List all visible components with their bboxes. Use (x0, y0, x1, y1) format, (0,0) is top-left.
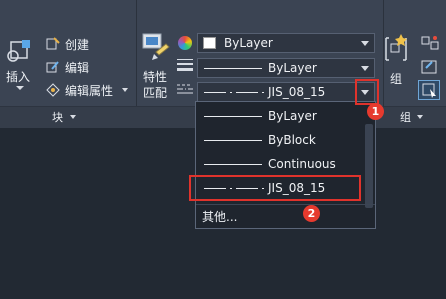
linetype-option-continuous[interactable]: Continuous (196, 152, 364, 176)
chevron-down-icon (16, 86, 24, 90)
other-linetypes-item[interactable]: 其他... (202, 208, 237, 225)
edit-attributes-button[interactable]: 编辑属性 (45, 82, 131, 98)
create-block-icon (46, 37, 60, 50)
annotation-badge-2: 2 (303, 205, 320, 222)
group-icon (385, 34, 407, 61)
group-panel-label: 组 (400, 111, 411, 124)
match-properties-label-1: 特性 (143, 70, 168, 84)
chevron-down-icon (361, 41, 369, 46)
linetype-preview (204, 92, 266, 93)
linetype-option-preview (204, 164, 262, 165)
edit-attributes-label: 编辑属性 (65, 84, 114, 98)
linetype-option-preview (204, 116, 262, 117)
linetype-option-preview (204, 140, 262, 141)
linetype-option-byblock[interactable]: ByBlock (196, 128, 364, 152)
group-panel-title[interactable]: 组 (400, 108, 430, 124)
create-block-button[interactable]: 创建 (45, 36, 115, 52)
linetype-option-label: ByLayer (268, 109, 317, 123)
edit-label: 编辑 (65, 61, 90, 75)
linetype-dropdown: ByLayer ByBlock Continuous JIS_08_15 其他.… (195, 101, 376, 229)
lineweight-preview (204, 68, 262, 69)
edit-block-icon (46, 61, 59, 73)
group-select-toggle[interactable] (418, 80, 440, 100)
chevron-down-icon (70, 115, 76, 119)
highlight-dropdown-arrow (355, 79, 379, 105)
linetype-option-bylayer[interactable]: ByLayer (196, 104, 364, 128)
linetype-icon (177, 84, 193, 94)
insert-button[interactable]: 插入 (2, 34, 38, 96)
dropdown-divider (196, 204, 375, 205)
group-button[interactable]: 组 (384, 32, 410, 92)
linetype-option-label: Continuous (268, 157, 336, 171)
chevron-down-icon (417, 115, 423, 119)
linetype-value: JIS_08_15 (268, 85, 326, 99)
color-swatch (203, 37, 216, 49)
chevron-down-icon (361, 66, 369, 71)
lineweight-value: ByLayer (268, 61, 317, 75)
lineweight-select[interactable]: ByLayer (197, 58, 375, 78)
block-panel-title[interactable]: 块 (52, 108, 92, 124)
annotation-badge-1: 1 (367, 103, 384, 120)
group-select-icon (422, 83, 436, 98)
ungroup-icon[interactable] (420, 34, 440, 52)
linetype-select[interactable]: JIS_08_15 (197, 82, 375, 102)
color-select[interactable]: ByLayer (197, 33, 375, 53)
create-label: 创建 (65, 38, 90, 52)
match-properties-button[interactable]: 特性 匹配 (139, 32, 175, 102)
insert-label: 插入 (6, 70, 31, 84)
color-value: ByLayer (224, 36, 273, 50)
highlight-selected-option (189, 175, 361, 201)
match-properties-icon (142, 33, 170, 60)
match-properties-label-2: 匹配 (143, 86, 168, 100)
edit-attributes-icon (46, 83, 60, 97)
color-wheel-icon (178, 36, 192, 50)
group-label: 组 (390, 72, 403, 86)
group-edit-icon[interactable] (420, 58, 440, 76)
insert-block-icon (7, 40, 30, 62)
edit-block-button[interactable]: 编辑 (45, 59, 115, 75)
dropdown-scrollbar[interactable] (365, 124, 373, 208)
lineweight-icon (177, 59, 193, 71)
linetype-option-label: ByBlock (268, 133, 316, 147)
chevron-down-icon (122, 88, 128, 92)
block-panel-label: 块 (52, 111, 63, 124)
